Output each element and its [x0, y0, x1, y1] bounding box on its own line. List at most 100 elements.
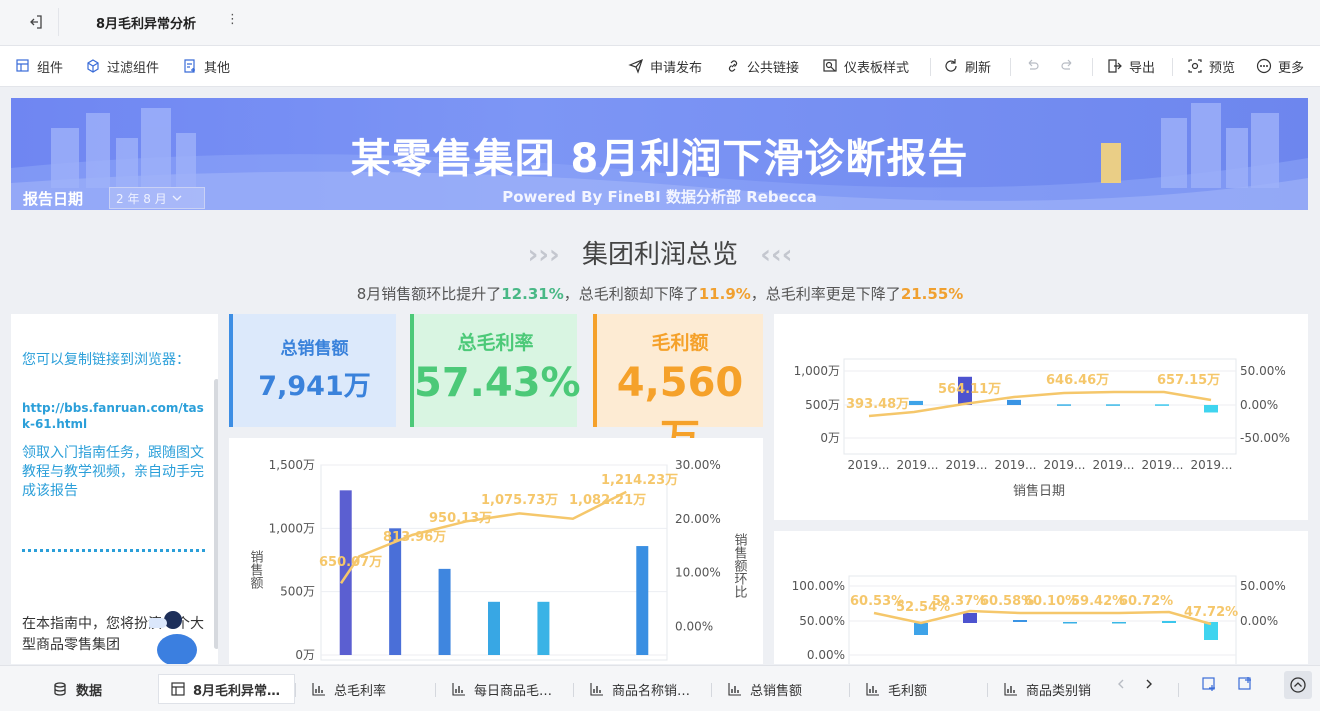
bar [1057, 404, 1071, 406]
summary-part: 8月销售额环比提升了 [356, 285, 502, 303]
data-label: 47.72% [1184, 605, 1238, 620]
tabs-next-button[interactable] [1140, 675, 1158, 693]
redo-button[interactable] [1058, 56, 1078, 74]
public-link-button[interactable]: 公共链接 [725, 56, 799, 76]
more-circle-icon [1256, 58, 1272, 74]
tab-sheet[interactable]: 商品名称销… [578, 674, 708, 704]
filter-component-button[interactable]: 过滤组件 [85, 56, 159, 76]
component-icon [16, 59, 29, 72]
y-axis-label: 销售额 [248, 550, 264, 590]
data-label: 393.48万 [846, 397, 909, 412]
bar-chart-icon [1004, 683, 1017, 696]
toolbar-divider [1092, 58, 1093, 76]
link-icon [728, 60, 738, 72]
component-button[interactable]: 组件 [15, 56, 63, 76]
public-link-label: 公共链接 [747, 60, 800, 76]
guide-line-1: 您可以复制链接到浏览器： [22, 352, 190, 368]
mascot-icon [149, 611, 197, 664]
guide-link[interactable]: http://bbs.fanruan.com/task-61.html [22, 400, 208, 432]
bar [1162, 621, 1176, 623]
sales-combo-chart: 1,500万 1,000万 500万 0万 30.00% 20.00% 10.00% 0.00… [229, 438, 763, 664]
tab-label: 毛利额 [888, 683, 928, 699]
y2-tick-label: 0.00% [675, 619, 713, 633]
tab-label: 总毛利率 [334, 683, 387, 699]
report-date-select[interactable]: 2 年 8 月 [109, 187, 205, 209]
publish-button[interactable]: 申请发布 [628, 56, 702, 76]
undo-button[interactable] [1022, 56, 1042, 74]
refresh-button[interactable]: 刷新 [943, 56, 991, 76]
bar [1007, 399, 1021, 405]
data-label: 813.96万 [383, 530, 446, 545]
data-label: 650.07万 [319, 555, 382, 570]
tab-divider [1178, 683, 1179, 697]
redo-icon [1061, 59, 1072, 70]
toolbar: 组件 过滤组件 其他 申请发布 公共链接 仪表板样式 刷新 导出 预览 更多 [0, 46, 1320, 87]
tab-sheet[interactable]: 总毛利率 [300, 674, 430, 704]
more-label: 更多 [1278, 60, 1305, 76]
component-label: 组件 [37, 60, 64, 76]
bar [488, 601, 500, 655]
tab-sheet[interactable]: 商品类别销 [992, 674, 1102, 704]
tab-active-dashboard[interactable]: 8月毛利异常… [158, 674, 295, 704]
kpi-label: 总销售额 [280, 339, 349, 359]
dashboard-style-label: 仪表板样式 [844, 60, 910, 76]
y2-tick-label: 50.00% [1240, 364, 1286, 378]
y2-tick-label: 10.00% [675, 566, 721, 580]
title-more-icon[interactable]: ⋮ [226, 12, 239, 27]
kpi-total-sales: 总销售额 7,941万 [229, 314, 396, 427]
y-tick-label: 50.00% [799, 614, 845, 628]
guide-scrollbar[interactable] [214, 379, 218, 649]
kpi-label: 毛利额 [651, 332, 709, 354]
dashboard-icon [171, 682, 185, 696]
bar [1204, 405, 1218, 413]
preview-button[interactable]: 预览 [1187, 56, 1235, 76]
banner-subtitle: Powered By FineBI 数据分析部 Rebecca [502, 188, 817, 206]
daily-sales-chart: 1,000万 500万 0万 50.00% 0.00% -50.00% 2019... 201… [774, 314, 1308, 520]
other-icon [184, 59, 195, 73]
y2-tick-label: 50.00% [1240, 579, 1286, 593]
data-label: 59.37% [932, 594, 986, 609]
x-tick-label: 2019... [1191, 458, 1233, 472]
bar [339, 490, 352, 655]
add-component-icon [1238, 677, 1251, 690]
bar [537, 601, 550, 655]
daily-sales-chart-svg: 1,000万 500万 0万 50.00% 0.00% -50.00% 2019... 201… [794, 358, 1290, 499]
more-button[interactable]: 更多 [1256, 56, 1304, 76]
section-heading: ››› 集团利润总览 ‹‹‹ [0, 234, 1320, 271]
data-label: 1,075.73万 [481, 493, 558, 508]
add-dashboard-icon [1202, 677, 1215, 691]
kpi-gross-profit: 毛利额 4,560万 [593, 314, 763, 462]
style-icon [823, 59, 837, 72]
collapse-button[interactable] [1284, 671, 1312, 699]
summary-part: ，总毛利额却下降了 [563, 285, 699, 303]
add-dashboard-button[interactable] [1198, 673, 1220, 695]
bar-chart-icon [452, 683, 465, 696]
back-button[interactable] [14, 8, 59, 36]
tab-sheet[interactable]: 总销售额 [716, 674, 846, 704]
report-banner: 某零售集团 8月利润下滑诊断报告 Powered By FineBI 数据分析部… [11, 98, 1308, 210]
refresh-label: 刷新 [965, 60, 992, 76]
banner-title: 某零售集团 8月利润下滑诊断报告 [350, 136, 969, 182]
bar [963, 613, 977, 623]
top-bar: 8月毛利异常分析 ⋮ [0, 0, 1320, 46]
add-component-button[interactable] [1234, 673, 1256, 695]
export-button[interactable]: 导出 [1107, 56, 1155, 76]
tab-data[interactable]: 数据 [40, 674, 150, 704]
y2-tick-label: 0.00% [1240, 614, 1278, 628]
tab-sheet[interactable]: 每日商品毛… [440, 674, 570, 704]
data-label: 950.13万 [429, 511, 492, 526]
bar [1204, 622, 1218, 640]
other-button[interactable]: 其他 [182, 56, 230, 76]
tab-sheet[interactable]: 毛利额 [854, 674, 984, 704]
y-tick-label: 1,000万 [269, 521, 315, 535]
margin-rate-chart-svg: 100.00%50.00%0.00%50.00%0.00%60.53%52.54… [792, 575, 1286, 664]
data-label: 59.42% [1071, 594, 1125, 609]
bar [914, 623, 928, 635]
tabs-prev-button[interactable] [1112, 675, 1130, 693]
dashboard-style-button[interactable]: 仪表板样式 [822, 56, 909, 76]
tab-label: 商品类别销 [1026, 683, 1092, 699]
y-tick-label: 100.00% [792, 579, 845, 593]
bar [389, 528, 402, 655]
bar-chart-icon [590, 683, 603, 696]
y-tick-label: 0.00% [807, 648, 845, 662]
